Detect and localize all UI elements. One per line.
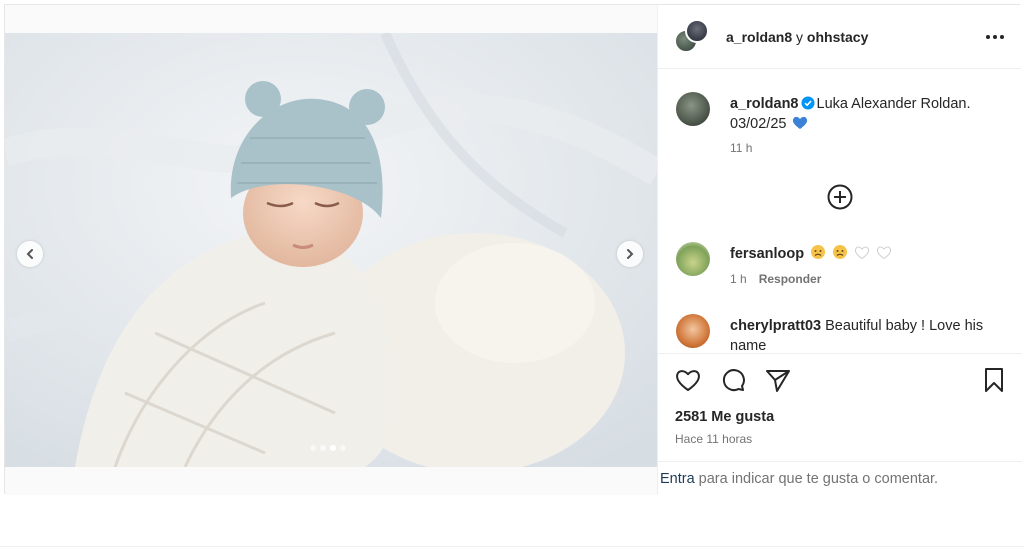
baby-photo	[5, 33, 657, 467]
post-sidebar: a_roldan8 y ohhstacy a_roldan8 Luka Alexa…	[657, 5, 1022, 495]
comment-meta: 1 h Responder	[730, 272, 821, 286]
previous-slide-button[interactable]	[17, 241, 43, 267]
reply-button[interactable]: Responder	[759, 272, 822, 286]
heart-icon	[676, 370, 700, 391]
verified-icon	[801, 96, 814, 110]
login-link[interactable]: Entra	[660, 471, 695, 487]
post-authors: a_roldan8 y ohhstacy	[726, 29, 868, 45]
chevron-left-icon	[26, 249, 33, 259]
post-media	[5, 5, 657, 495]
comment: fersanloop	[730, 244, 892, 262]
action-bar	[658, 353, 1022, 405]
load-more-comments-button[interactable]	[827, 184, 853, 210]
bookmark-icon	[985, 368, 1003, 392]
login-prompt-text: para indicar que te gusta o comentar.	[698, 470, 939, 487]
share-icon	[766, 370, 790, 392]
collab-avatars[interactable]	[674, 18, 710, 55]
post-timestamp[interactable]: Hace 11 horas	[675, 432, 752, 446]
comment-username[interactable]: fersanloop	[730, 246, 804, 262]
author-join-text: y	[792, 28, 807, 45]
white-heart-icon	[855, 246, 870, 260]
plus-circle-icon	[827, 184, 853, 210]
more-options-button[interactable]	[983, 25, 1007, 49]
carousel-dots	[310, 445, 346, 451]
author-username[interactable]: a_roldan8	[726, 29, 792, 45]
carousel-dot	[310, 445, 316, 451]
baby-illustration	[5, 33, 657, 467]
avatar[interactable]	[676, 314, 710, 348]
comment-button[interactable]	[719, 366, 747, 394]
caption-username[interactable]: a_roldan8	[730, 96, 799, 112]
next-slide-button[interactable]	[617, 241, 643, 267]
sad-face-emoji-icon	[833, 245, 848, 259]
carousel-dot	[320, 445, 326, 451]
save-button[interactable]	[980, 366, 1008, 394]
like-count[interactable]: 2581 Me gusta	[675, 409, 774, 425]
divider	[0, 546, 1024, 547]
comments-section: a_roldan8 Luka Alexander Roldan. 03/02/25…	[658, 70, 1022, 350]
white-heart-icon	[877, 246, 892, 260]
post-header: a_roldan8 y ohhstacy	[658, 5, 1021, 69]
comment-timestamp: 1 h	[730, 272, 747, 286]
avatar	[685, 18, 709, 43]
instagram-post: a_roldan8 y ohhstacy a_roldan8 Luka Alexa…	[4, 4, 1022, 495]
post-caption: a_roldan8 Luka Alexander Roldan. 03/02/25	[730, 94, 1005, 134]
blue-heart-icon	[793, 116, 808, 129]
carousel-dot	[330, 445, 336, 451]
coauthor-username[interactable]: ohhstacy	[807, 29, 868, 45]
more-icon	[986, 34, 1004, 39]
avatar[interactable]	[676, 242, 710, 276]
caption-timestamp: 11 h	[730, 141, 753, 155]
login-prompt: Entra para indicar que te gusta o coment…	[658, 461, 1022, 495]
sad-face-emoji-icon	[811, 245, 826, 259]
chevron-right-icon	[627, 249, 634, 259]
comment-icon	[722, 369, 745, 392]
comment-username[interactable]: cherylpratt03	[730, 318, 821, 334]
comment: cherylpratt03 Beautiful baby ! Love his …	[730, 316, 1005, 350]
like-button[interactable]	[674, 366, 702, 394]
share-button[interactable]	[764, 366, 792, 394]
carousel-dot	[340, 445, 346, 451]
avatar[interactable]	[676, 92, 710, 126]
